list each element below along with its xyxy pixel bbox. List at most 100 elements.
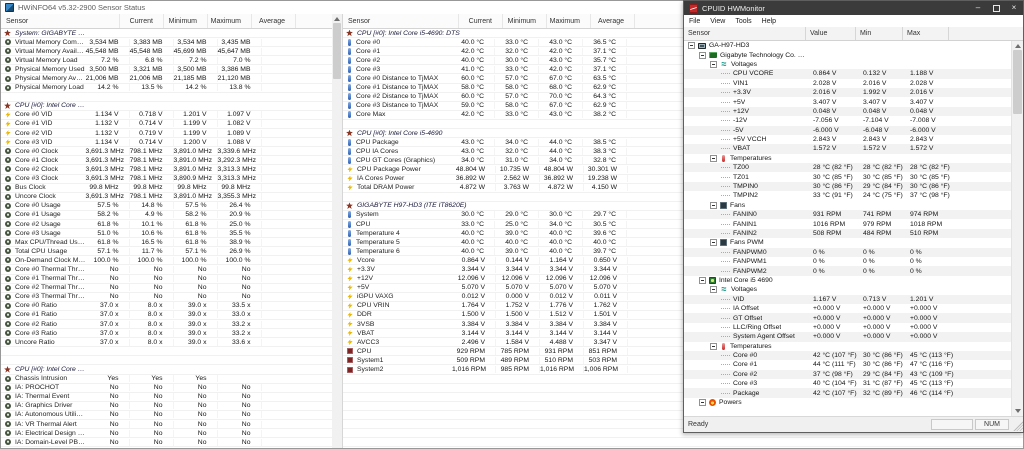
- tree-leaf-row[interactable]: CPU VCORE 0.864 V 0.132 V 1.188 V: [684, 69, 1011, 79]
- sensor-group-row[interactable]: CPU [#0]: Intel Core i5-4690: [1, 102, 332, 111]
- sensor-row[interactable]: Core #2 VID 1.132 V 0.719 V 1.199 V 1.089 V: [1, 129, 332, 139]
- sensor-row[interactable]: Core #3 Thermal ThrottlingNoNoNoNo: [1, 293, 332, 302]
- tree-node-row[interactable]: ≈ Voltages: [684, 60, 1011, 69]
- tree-leaf-row[interactable]: +12V 0.048 V 0.048 V 0.048 V: [684, 106, 1011, 117]
- sensor-row[interactable]: Physical Memory Load 14.2 % 13.5 % 14.2 % 13…: [1, 84, 332, 93]
- tree-leaf-row[interactable]: Package 42 °C (107 °F) 32 °C (89 °F) 46 °C …: [684, 388, 1011, 398]
- column-header-average[interactable]: Average: [591, 14, 635, 28]
- sensor-row[interactable]: Bus Clock 99.8 MHz 99.8 MHz 99.8 MHz 99.8 MH…: [1, 184, 332, 193]
- tree-leaf-row[interactable]: +3.3V 2.016 V 1.992 V 2.016 V: [684, 87, 1011, 98]
- column-header-value[interactable]: Value: [806, 27, 856, 40]
- tree-leaf-row[interactable]: FANIN2 508 RPM 484 RPM 510 RPM: [684, 228, 1011, 239]
- hwmonitor-titlebar[interactable]: CPUID HWMonitor – ×: [684, 1, 1023, 15]
- tree-leaf-row[interactable]: -5V -6.000 V -6.048 V -6.000 V: [684, 125, 1011, 135]
- tree-leaf-row[interactable]: IA Offset +0.000 V +0.000 V +0.000 V: [684, 304, 1011, 313]
- tree-leaf-row[interactable]: GT Offset +0.000 V +0.000 V +0.000 V: [684, 313, 1011, 323]
- sensor-row[interactable]: Core #0 Ratio 37.0 x 8.0 x 39.0 x 33.5 x: [1, 302, 332, 311]
- expander-icon[interactable]: [710, 342, 717, 350]
- sensor-row[interactable]: IA: Electrical Design Point/Other (IC...…: [1, 429, 332, 439]
- menu-help[interactable]: Help: [757, 18, 781, 25]
- tree-leaf-row[interactable]: FANIN0 931 RPM 741 RPM 974 RPM: [684, 210, 1011, 220]
- tree-node-row[interactable]: Gigabyte Technology Co. Ltd....: [684, 50, 1011, 59]
- tree-leaf-row[interactable]: Core #3 40 °C (104 °F) 31 °C (87 °F) 45 °C …: [684, 379, 1011, 388]
- tree-leaf-row[interactable]: +5V 3.407 V 3.407 V 3.407 V: [684, 97, 1011, 106]
- sensor-row[interactable]: Core #1 Clock 3,691.3 MHz 798.1 MHz 3,891.0…: [1, 156, 332, 166]
- expander-icon[interactable]: [688, 42, 695, 50]
- expander-icon[interactable]: [699, 399, 706, 407]
- sensor-row[interactable]: IA: Package-Level RAPL PBM PL1NoNoNoNo: [1, 447, 332, 448]
- tree-leaf-row[interactable]: VBAT 1.572 V 1.572 V 1.572 V: [684, 144, 1011, 154]
- tree-leaf-row[interactable]: FANPWM0 0 % 0 % 0 %: [684, 247, 1011, 257]
- tree-leaf-row[interactable]: System Agent Offset +0.000 V +0.000 V +0.00…: [684, 332, 1011, 342]
- expander-icon[interactable]: [710, 239, 717, 247]
- tree-leaf-row[interactable]: Core #2 37 °C (98 °F) 29 °C (84 °F) 43 °C (…: [684, 369, 1011, 380]
- tree-leaf-row[interactable]: Core #1 44 °C (111 °F) 30 °C (86 °F) 47 °C …: [684, 360, 1011, 369]
- column-header-max[interactable]: Max: [903, 27, 949, 40]
- tree-node-row[interactable]: Fans PWM: [684, 238, 1011, 247]
- column-header-minimum[interactable]: Minimum: [503, 14, 547, 28]
- column-header-sensor[interactable]: Sensor: [1, 14, 120, 28]
- column-header-minimum[interactable]: Minimum: [164, 14, 208, 28]
- sensor-row[interactable]: Physical Memory Available21,006 MB21,006…: [1, 74, 332, 84]
- sensor-row[interactable]: Core #0 VID 1.134 V 0.718 V 1.201 V 1.097 V: [1, 111, 332, 120]
- tree-node-row[interactable]: Fans: [684, 201, 1011, 210]
- sensor-row[interactable]: Core #3 Ratio 37.0 x 8.0 x 39.0 x 33.2 x: [1, 329, 332, 339]
- tree-leaf-row[interactable]: FANPWM1 0 % 0 % 0 %: [684, 257, 1011, 266]
- sensor-row[interactable]: Uncore Clock 3,691.3 MHz 798.1 MHz 3,891.0 …: [1, 193, 332, 202]
- resize-grip[interactable]: [1011, 418, 1023, 431]
- hwmonitor-scrollbar[interactable]: [1011, 41, 1023, 416]
- column-header-sensor[interactable]: Sensor: [684, 27, 806, 40]
- scroll-up-icon[interactable]: [334, 17, 340, 21]
- column-header-sensor[interactable]: Sensor: [343, 14, 459, 28]
- tree-leaf-row[interactable]: LLC/Ring Offset +0.000 V +0.000 V +0.000 V: [684, 323, 1011, 332]
- hwinfo-left-scrollbar[interactable]: [332, 14, 342, 448]
- scrollbar-thumb[interactable]: [333, 23, 341, 79]
- sensor-row[interactable]: Core #2 Clock 3,691.3 MHz 798.1 MHz 3,891.0…: [1, 165, 332, 175]
- expander-icon[interactable]: [699, 276, 706, 284]
- sensor-row[interactable]: IA: Graphics Driver No No No No: [1, 402, 332, 411]
- sensor-group-row[interactable]: System: GIGABYTE H97-HD3: [1, 29, 332, 39]
- tree-node-row[interactable]: Intel Core i5 4690: [684, 276, 1011, 285]
- expander-icon[interactable]: [699, 51, 706, 59]
- tree-leaf-row[interactable]: Core #0 42 °C (107 °F) 30 °C (86 °F) 45 °C …: [684, 350, 1011, 361]
- sensor-row[interactable]: Core #1 VID 1.132 V 0.714 V 1.199 V 1.082 V: [1, 120, 332, 130]
- column-header-maximum[interactable]: Maximum: [208, 14, 252, 28]
- tree-leaf-row[interactable]: TZ01 30 °C (85 °F) 30 °C (85 °F) 30 °C (85 …: [684, 172, 1011, 181]
- sensor-row[interactable]: Core #2 Usage 61.8 % 10.1 % 61.8 % 25.0 %: [1, 220, 332, 230]
- column-header-average[interactable]: Average: [252, 14, 296, 28]
- sensor-row[interactable]: Core #0 Usage 57.5 % 14.8 % 57.5 % 26.4 %: [1, 202, 332, 211]
- tree-leaf-row[interactable]: +5V VCCH 2.843 V 2.843 V 2.843 V: [684, 135, 1011, 144]
- tree-leaf-row[interactable]: TMPIN0 30 °C (86 °F) 29 °C (84 °F) 30 °C (8…: [684, 181, 1011, 192]
- sensor-row[interactable]: IA: Thermal Event No No No No: [1, 393, 332, 402]
- sensor-row[interactable]: Core #0 Clock 3,691.3 MHz 798.1 MHz 3,891.0…: [1, 147, 332, 157]
- sensor-row[interactable]: Core #3 Usage 51.0 % 10.6 % 61.8 % 35.5 %: [1, 229, 332, 239]
- sensor-row[interactable]: On-Demand Clock Modulation100.0 %100.0 %…: [1, 256, 332, 266]
- sensor-row[interactable]: Chassis Intrusion Yes Yes Yes: [1, 375, 332, 384]
- sensor-row[interactable]: Total CPU Usage 57.1 % 11.7 % 57.1 % 26.9 %: [1, 247, 332, 257]
- tree-leaf-row[interactable]: TZ00 28 °C (82 °F) 28 °C (82 °F) 28 °C (82 …: [684, 163, 1011, 173]
- tree-leaf-row[interactable]: -12V -7.056 V -7.104 V -7.008 V: [684, 116, 1011, 125]
- tree-leaf-row[interactable]: VID 1.167 V 0.713 V 1.201 V: [684, 294, 1011, 304]
- scroll-up-icon[interactable]: [1014, 44, 1021, 48]
- scrollbar-thumb[interactable]: [1013, 50, 1022, 114]
- sensor-row[interactable]: Physical Memory Used 3,500 MB 3,321 MB 3,50…: [1, 65, 332, 75]
- sensor-row[interactable]: Core #2 Ratio 37.0 x 8.0 x 39.0 x 33.2 x: [1, 320, 332, 330]
- sensor-row[interactable]: Core #3 Clock 3,691.3 MHz 798.1 MHz 3,890.9…: [1, 175, 332, 184]
- expander-icon[interactable]: [710, 154, 717, 162]
- menu-view[interactable]: View: [705, 18, 730, 25]
- sensor-row[interactable]: Core #1 Ratio 37.0 x 8.0 x 39.0 x 33.0 x: [1, 311, 332, 320]
- scroll-down-icon[interactable]: [1015, 409, 1021, 413]
- column-header-min[interactable]: Min: [856, 27, 903, 40]
- close-button[interactable]: ×: [1005, 1, 1023, 15]
- minimize-button[interactable]: –: [969, 1, 987, 15]
- sensor-row[interactable]: Core #0 Thermal ThrottlingNoNoNoNo: [1, 265, 332, 275]
- sensor-row[interactable]: Core #3 VID 1.134 V 0.714 V 1.200 V 1.088 V: [1, 138, 332, 148]
- sensor-row[interactable]: Core #2 Thermal ThrottlingNoNoNoNo: [1, 284, 332, 293]
- sensor-row[interactable]: Uncore Ratio 37.0 x 8.0 x 39.0 x 33.6 x: [1, 338, 332, 348]
- sensor-row[interactable]: Virtual Memory Available 45,548 MB 45,548 …: [1, 47, 332, 57]
- tree-node-row[interactable]: ≈ Voltages: [684, 285, 1011, 294]
- sensor-row[interactable]: Core #1 Thermal ThrottlingNoNoNoNo: [1, 275, 332, 284]
- menu-file[interactable]: File: [684, 18, 705, 25]
- tree-node-row[interactable]: Powers: [684, 398, 1011, 407]
- sensor-group-row[interactable]: CPU [#0]: Intel Core i5-4690: Perfor...: [1, 365, 332, 375]
